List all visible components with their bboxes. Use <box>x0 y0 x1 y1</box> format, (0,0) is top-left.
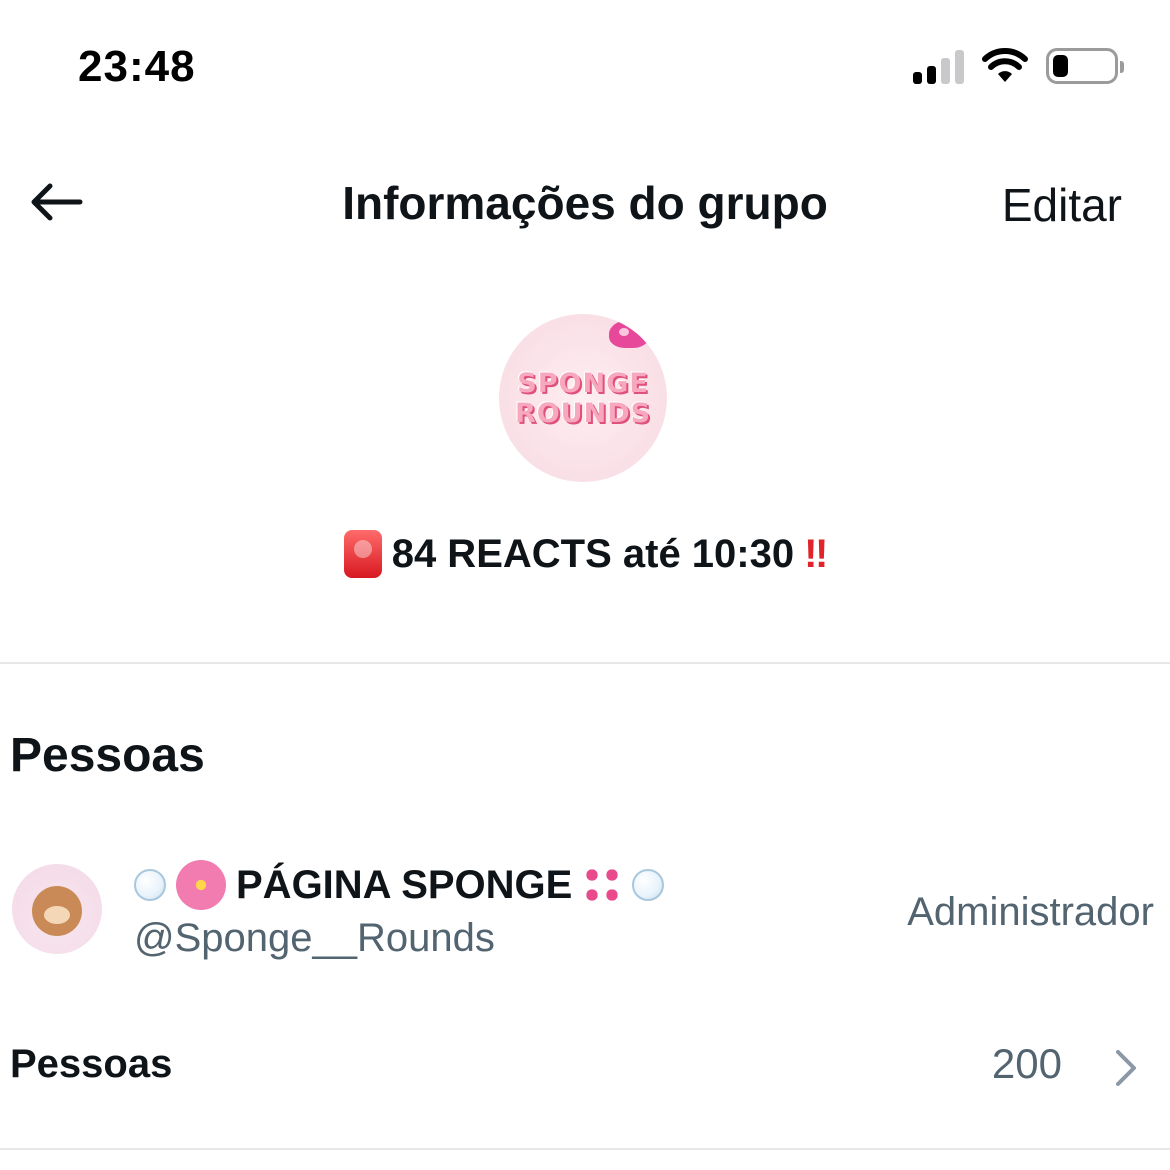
chevron-right-icon[interactable] <box>1110 1048 1142 1088</box>
bikini-icon <box>582 865 623 905</box>
avatar-text-line2: ROUNDS <box>514 398 652 429</box>
group-avatar[interactable]: SPONGE ROUNDS <box>499 314 667 482</box>
group-description-text: 84 REACTS até 10:30 <box>391 531 795 576</box>
status-time: 23:48 <box>78 42 196 91</box>
page-title: Informações do grupo <box>342 177 828 229</box>
group-description: 84 REACTS até 10:30 ‼ <box>0 530 1170 578</box>
police-siren-icon <box>343 530 382 578</box>
cherry-blossom-icon <box>176 860 226 910</box>
cellular-signal-icon <box>913 48 964 84</box>
double-exclamation-icon: ‼ <box>804 531 828 576</box>
bubbles-icon <box>134 869 166 901</box>
jellyfish-icon <box>609 320 649 348</box>
wifi-icon <box>982 48 1028 82</box>
section-title-people: Pessoas <box>10 729 205 782</box>
people-count-value: 200 <box>991 1040 1062 1087</box>
divider <box>0 1148 1170 1150</box>
member-name-text: PÁGINA SPONGE <box>236 862 573 907</box>
status-icons <box>913 48 1124 84</box>
edit-button[interactable]: Editar <box>1002 178 1122 232</box>
squirrel-icon <box>32 886 82 936</box>
member-handle: @Sponge__Rounds <box>134 916 495 960</box>
member-role: Administrador <box>907 890 1154 934</box>
bubbles-icon <box>632 869 665 901</box>
member-display-name[interactable]: PÁGINA SPONGE <box>134 860 665 910</box>
avatar[interactable] <box>12 864 102 954</box>
avatar-text-line1: SPONGE <box>517 368 649 399</box>
divider <box>0 662 1170 664</box>
battery-icon <box>1046 48 1124 84</box>
people-count-label[interactable]: Pessoas <box>10 1042 172 1087</box>
